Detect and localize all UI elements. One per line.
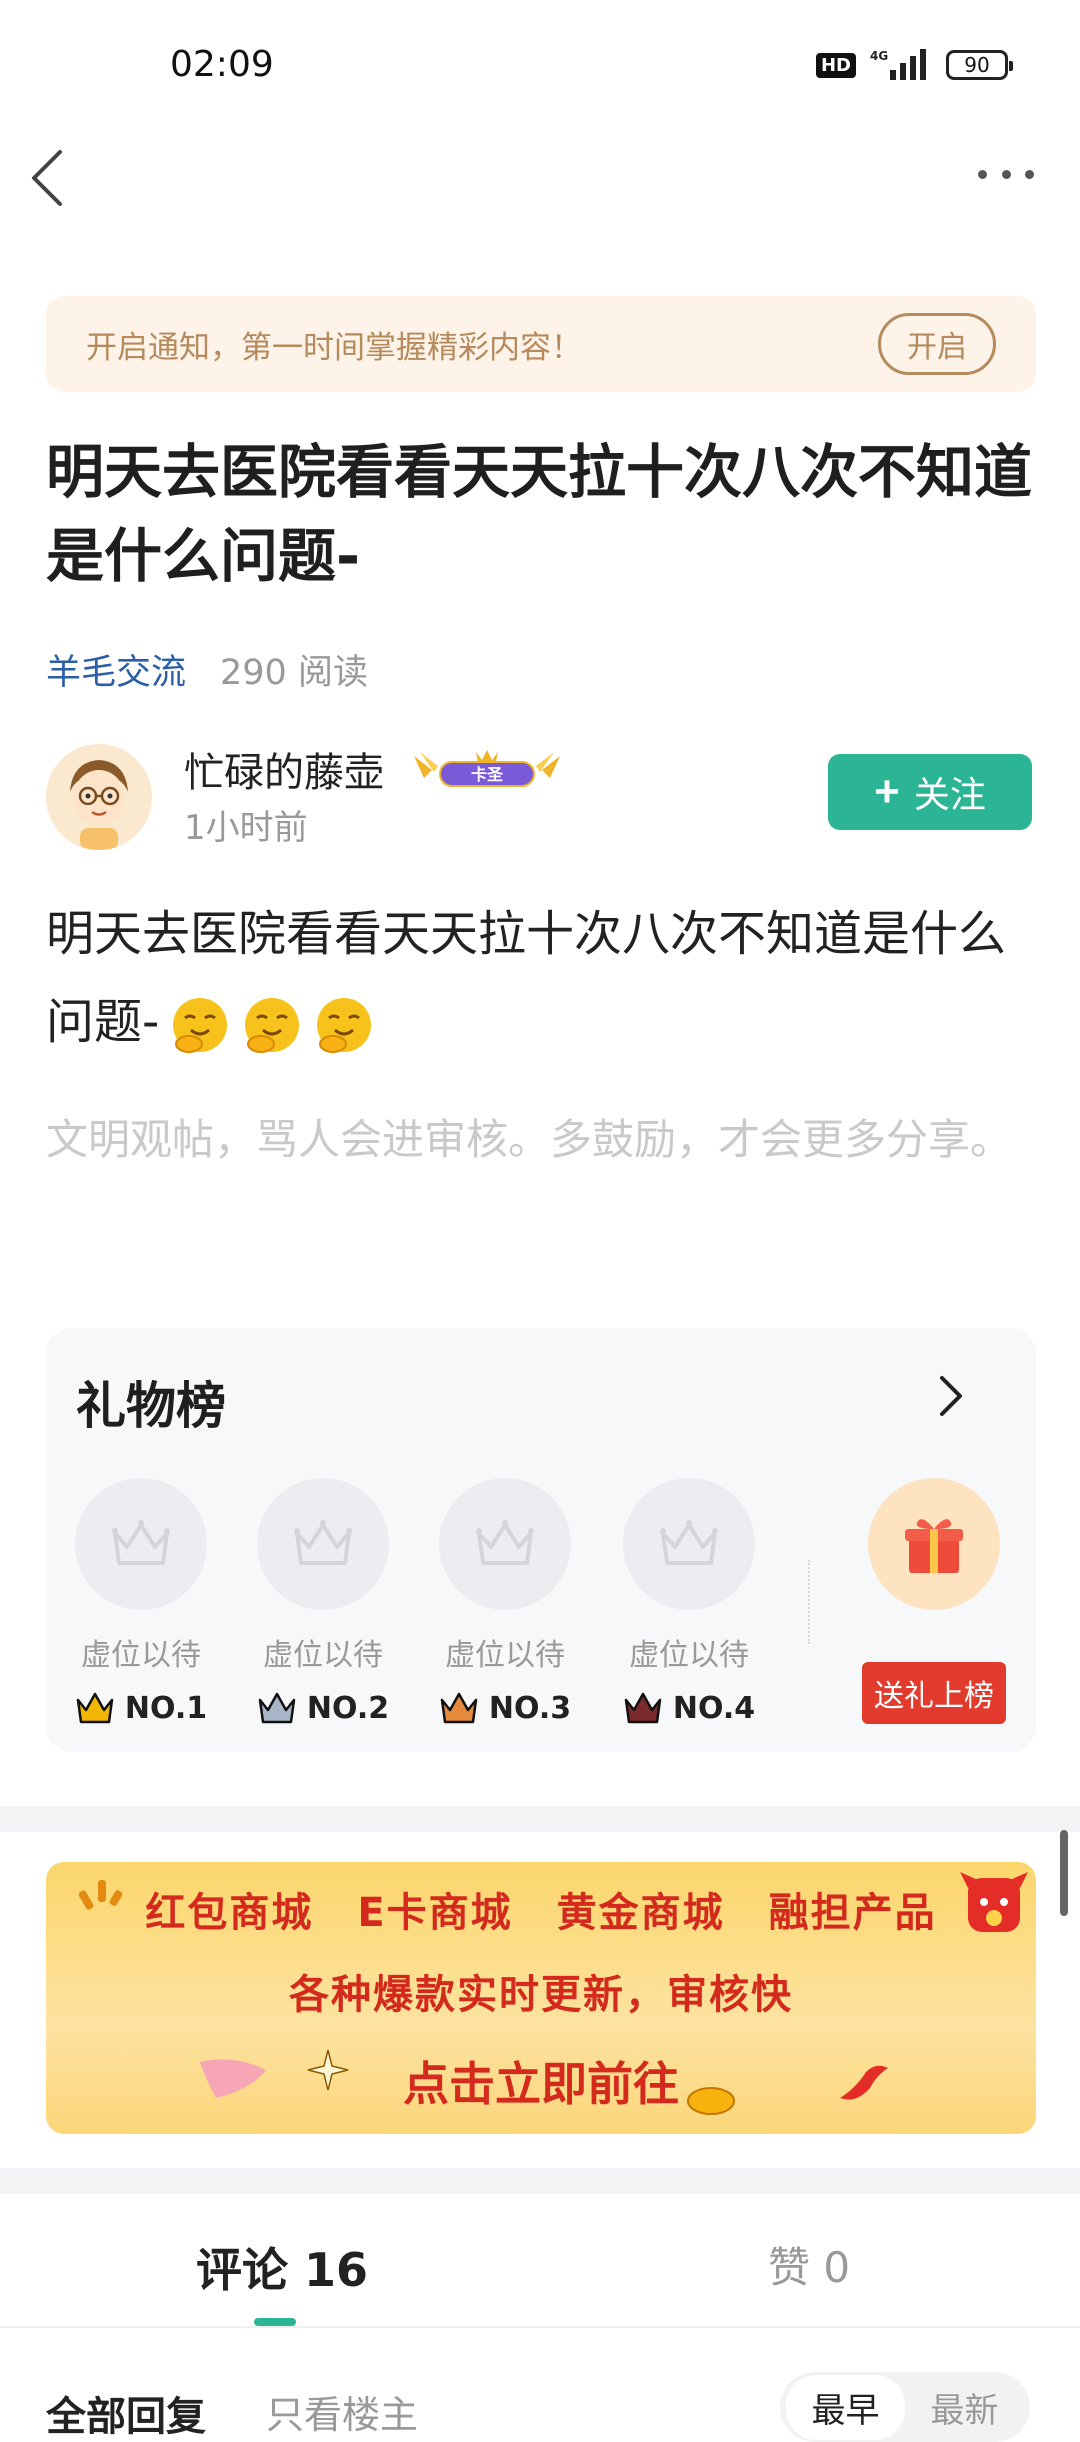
civility-hint: 文明观帖，骂人会进审核。多鼓励，才会更多分享。	[46, 1115, 1013, 1164]
tab-divider	[0, 2326, 1080, 2328]
coin-icon	[687, 2087, 735, 2115]
filter-all-replies[interactable]: 全部回复	[46, 2384, 206, 2442]
active-tab-indicator	[254, 2318, 296, 2326]
yawn-emoji-icon	[317, 998, 372, 1053]
crown-placeholder-icon	[439, 1478, 571, 1610]
slot-rank: NO.2	[256, 1690, 390, 1726]
section-separator	[0, 2168, 1080, 2194]
read-count: 290 阅读	[220, 653, 368, 693]
gift-box-button[interactable]	[868, 1478, 1000, 1610]
notification-text: 开启通知，第一时间掌握精彩内容！	[86, 329, 582, 366]
back-arrow-icon[interactable]	[28, 148, 68, 208]
gift-slot[interactable]: 虚位以待 NO.2	[256, 1478, 390, 1726]
tab-comments[interactable]: 评论 16	[196, 2234, 368, 2300]
promo-item: E卡商城	[357, 1890, 513, 1936]
slot-label: 虚位以待	[629, 1638, 749, 1673]
slot-rank: NO.1	[74, 1690, 208, 1726]
filter-author-only[interactable]: 只看楼主	[266, 2384, 418, 2439]
tab-likes[interactable]: 赞 0	[768, 2234, 850, 2295]
gift-slot[interactable]: 虚位以待 NO.4	[622, 1478, 756, 1726]
slot-rank: NO.3	[438, 1690, 572, 1726]
ribbon-icon	[200, 2059, 266, 2098]
promo-item: 红包商城	[145, 1890, 314, 1936]
status-icons: HD 4G 90	[815, 48, 1013, 82]
promo-item: 融担产品	[768, 1890, 937, 1936]
sort-newest[interactable]: 最新	[905, 2383, 1024, 2432]
gold-crown-icon	[76, 1692, 114, 1724]
slot-rank-text: NO.3	[488, 1690, 572, 1726]
enable-notification-button[interactable]: 开启	[878, 313, 996, 375]
gift-box-icon	[905, 1519, 963, 1573]
post-meta: 羊毛交流 290 阅读	[46, 644, 368, 695]
notification-banner: 开启通知，第一时间掌握精彩内容！ 开启	[46, 296, 1036, 392]
chevron-right-icon[interactable]	[936, 1374, 966, 1418]
gift-slot[interactable]: 虚位以待 NO.3	[438, 1478, 572, 1726]
sparkle-icon	[307, 2049, 349, 2091]
avatar[interactable]	[46, 744, 152, 850]
mascot-icon	[960, 1872, 1028, 1932]
tab-comments-label: 评论	[196, 2243, 288, 2297]
dark-crown-icon	[624, 1692, 662, 1724]
plus-icon: +	[874, 767, 900, 816]
slot-label: 虚位以待	[445, 1638, 565, 1673]
category-link[interactable]: 羊毛交流	[46, 644, 186, 695]
sort-earliest[interactable]: 最早	[786, 2374, 905, 2440]
crown-placeholder-icon	[75, 1478, 207, 1610]
yawn-emoji-icon	[173, 998, 228, 1053]
gift-board-title: 礼物榜	[76, 1377, 226, 1435]
slot-rank-text: NO.4	[672, 1690, 756, 1726]
hd-icon: HD	[815, 52, 856, 78]
slot-label: 虚位以待	[81, 1638, 201, 1673]
svg-text:4G: 4G	[870, 49, 888, 63]
promo-subtitle: 各种爆款实时更新，审核快	[289, 1972, 793, 2018]
post-time: 1小时前	[184, 808, 308, 848]
follow-button[interactable]: + 关注	[828, 754, 1032, 830]
promo-item: 黄金商城	[556, 1890, 725, 1936]
sort-toggle[interactable]: 最早 最新	[780, 2372, 1030, 2442]
status-time: 02:09	[170, 44, 274, 85]
signal-icon: 4G	[870, 49, 926, 80]
promo-categories: 红包商城 E卡商城 黄金商城 融担产品	[46, 1880, 1036, 1938]
author-name[interactable]: 忙碌的藤壶	[184, 740, 384, 798]
slot-rank: NO.4	[622, 1690, 756, 1726]
post-title: 明天去医院看看天天拉十次八次不知道是什么问题-	[46, 438, 1033, 590]
gift-divider	[808, 1560, 810, 1644]
badge-text: 卡圣	[471, 765, 504, 784]
more-options-icon[interactable]	[978, 170, 1034, 186]
red-streamer-icon	[840, 2065, 888, 2100]
slot-rank-text: NO.1	[124, 1690, 208, 1726]
tab-comments-count: 16	[304, 2243, 369, 2297]
scrollbar[interactable]	[1060, 1830, 1068, 1916]
slot-rank-text: NO.2	[306, 1690, 390, 1726]
slot-label: 虚位以待	[263, 1638, 383, 1673]
crown-placeholder-icon	[623, 1478, 755, 1610]
crown-placeholder-icon	[257, 1478, 389, 1610]
section-separator	[0, 1806, 1080, 1832]
follow-label: 关注	[913, 774, 986, 815]
promo-banner[interactable]: 红包商城 E卡商城 黄金商城 融担产品 各种爆款实时更新，审核快 点击立即前往	[46, 1862, 1036, 2134]
post-content: 明天去医院看看天天拉十次八次不知道是什么问题-	[46, 890, 1036, 1066]
bronze-crown-icon	[440, 1692, 478, 1724]
yawn-emoji-icon	[245, 998, 300, 1053]
silver-crown-icon	[258, 1692, 296, 1724]
battery-icon: 90	[946, 50, 1013, 80]
send-gift-button[interactable]: 送礼上榜	[862, 1662, 1006, 1724]
gift-slot[interactable]: 虚位以待 NO.1	[74, 1478, 208, 1726]
card-saint-badge-icon: 卡圣	[414, 750, 560, 787]
